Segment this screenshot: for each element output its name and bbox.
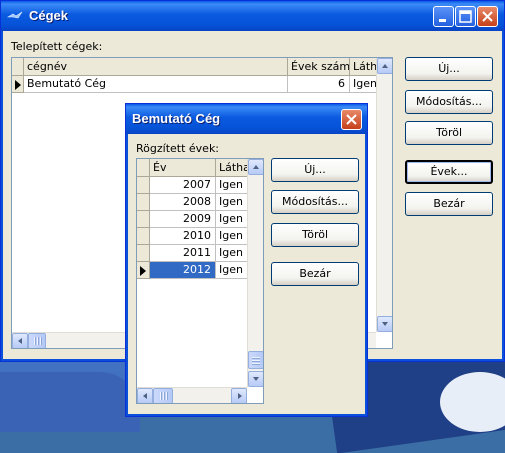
vertical-scrollbar[interactable] bbox=[376, 58, 392, 332]
minimize-button[interactable] bbox=[433, 6, 454, 27]
grid-corner bbox=[12, 58, 24, 76]
current-row-arrow-icon bbox=[140, 266, 146, 276]
cell-company-name[interactable]: Bemutató Cég bbox=[24, 76, 288, 93]
arrow-up-icon bbox=[382, 64, 388, 68]
close-companies-button[interactable]: Bezár bbox=[405, 192, 493, 216]
arrow-left-icon bbox=[143, 393, 147, 399]
row-indicator bbox=[137, 211, 150, 228]
cell-visible[interactable]: Igen bbox=[216, 211, 248, 228]
cell-year[interactable]: 2008 bbox=[150, 194, 216, 211]
close-icon bbox=[482, 11, 493, 22]
cell-year[interactable]: 2010 bbox=[150, 228, 216, 245]
new-year-button[interactable]: Új... bbox=[271, 158, 359, 182]
grip-line bbox=[40, 337, 41, 345]
close-dialog-button[interactable]: Bezár bbox=[271, 262, 359, 286]
recorded-years-label: Rögzített évek: bbox=[136, 142, 220, 155]
dialog-title-bar[interactable]: Bemutató Cég bbox=[126, 104, 367, 134]
grid-corner bbox=[137, 159, 150, 177]
modify-year-button-label: Módosítás... bbox=[282, 195, 348, 208]
row-indicator bbox=[137, 262, 150, 279]
desktop-shape bbox=[0, 372, 140, 432]
years-grid[interactable]: Év Láthat 2007Igen2008Igen2009Igen2010Ig… bbox=[136, 158, 264, 404]
dialog-title: Bemutató Cég bbox=[132, 111, 221, 126]
maximize-icon bbox=[459, 10, 472, 23]
cell-visible[interactable]: Igen bbox=[350, 76, 378, 93]
title-bar[interactable]: Cégek bbox=[1, 1, 504, 31]
row-indicator bbox=[12, 76, 24, 93]
grip-line bbox=[34, 337, 35, 345]
current-row-arrow-icon bbox=[15, 80, 21, 90]
grip-line bbox=[252, 357, 260, 358]
column-header-name[interactable]: cégnév bbox=[24, 58, 288, 76]
scroll-up-button[interactable] bbox=[377, 58, 392, 74]
new-company-button-label: Új... bbox=[438, 62, 460, 75]
cell-year[interactable]: 2007 bbox=[150, 177, 216, 194]
arrow-right-icon bbox=[238, 393, 242, 399]
bird-logo-icon bbox=[7, 11, 23, 19]
row-indicator bbox=[137, 194, 150, 211]
delete-company-button[interactable]: Töröl bbox=[405, 121, 493, 145]
cell-year-count[interactable]: 6 bbox=[288, 76, 350, 93]
column-header-visible[interactable]: Láthat bbox=[216, 159, 248, 177]
modify-company-button[interactable]: Módosítás... bbox=[405, 90, 493, 114]
delete-year-button-label: Töröl bbox=[301, 228, 329, 241]
modify-year-button[interactable]: Módosítás... bbox=[271, 190, 359, 214]
grip-line bbox=[252, 360, 260, 361]
scroll-left-button[interactable] bbox=[137, 388, 153, 403]
vertical-scroll-thumb[interactable] bbox=[248, 351, 263, 369]
delete-year-button[interactable]: Töröl bbox=[271, 223, 359, 247]
vertical-scrollbar[interactable] bbox=[247, 159, 263, 387]
arrow-down-icon bbox=[382, 322, 388, 326]
new-year-button-label: Új... bbox=[304, 163, 326, 176]
cell-visible[interactable]: Igen bbox=[216, 194, 248, 211]
horizontal-scroll-thumb[interactable] bbox=[28, 333, 46, 348]
cell-year[interactable]: 2009 bbox=[150, 211, 216, 228]
scroll-down-button[interactable] bbox=[377, 316, 392, 332]
arrow-up-icon bbox=[253, 165, 259, 169]
close-icon bbox=[346, 114, 357, 125]
cell-visible[interactable]: Igen bbox=[216, 228, 248, 245]
dialog-close-button[interactable] bbox=[341, 109, 362, 130]
column-header-visible[interactable]: Láthat bbox=[350, 58, 378, 76]
scroll-right-button[interactable] bbox=[231, 388, 247, 403]
company-years-dialog: Bemutató Cég Rögzített évek: Év Láthat 2… bbox=[125, 103, 368, 417]
arrow-left-icon bbox=[18, 338, 22, 344]
grip-line bbox=[160, 392, 161, 400]
scroll-left-button[interactable] bbox=[12, 333, 28, 348]
installed-companies-label: Telepített cégek: bbox=[11, 40, 103, 53]
arrow-down-icon bbox=[253, 377, 259, 381]
row-indicator bbox=[137, 228, 150, 245]
cell-visible[interactable]: Igen bbox=[216, 262, 248, 279]
minimize-icon bbox=[439, 19, 446, 22]
column-header-years[interactable]: Évek száma bbox=[288, 58, 350, 76]
window-title: Cégek bbox=[29, 8, 69, 23]
close-companies-button-label: Bezár bbox=[433, 197, 465, 210]
close-dialog-button-label: Bezár bbox=[299, 267, 331, 280]
grip-line bbox=[163, 392, 164, 400]
column-header-year[interactable]: Év bbox=[150, 159, 216, 177]
cell-visible[interactable]: Igen bbox=[216, 177, 248, 194]
new-company-button[interactable]: Új... bbox=[405, 57, 493, 81]
delete-company-button-label: Töröl bbox=[435, 126, 463, 139]
cell-visible[interactable]: Igen bbox=[216, 245, 248, 262]
close-button[interactable] bbox=[477, 6, 498, 27]
cell-year[interactable]: 2012 bbox=[150, 262, 216, 279]
years-button[interactable]: Évek... bbox=[405, 160, 493, 184]
years-button-label: Évek... bbox=[430, 165, 468, 178]
maximize-button[interactable] bbox=[455, 6, 476, 27]
row-indicator bbox=[137, 177, 150, 194]
scroll-up-button[interactable] bbox=[248, 159, 263, 175]
row-indicator bbox=[137, 245, 150, 262]
grip-line bbox=[252, 363, 260, 364]
grip-line bbox=[166, 392, 167, 400]
scroll-down-button[interactable] bbox=[248, 371, 263, 387]
grip-line bbox=[37, 337, 38, 345]
horizontal-scrollbar[interactable] bbox=[137, 387, 247, 403]
cell-year[interactable]: 2011 bbox=[150, 245, 216, 262]
horizontal-scroll-thumb[interactable] bbox=[153, 388, 173, 403]
modify-company-button-label: Módosítás... bbox=[416, 95, 482, 108]
